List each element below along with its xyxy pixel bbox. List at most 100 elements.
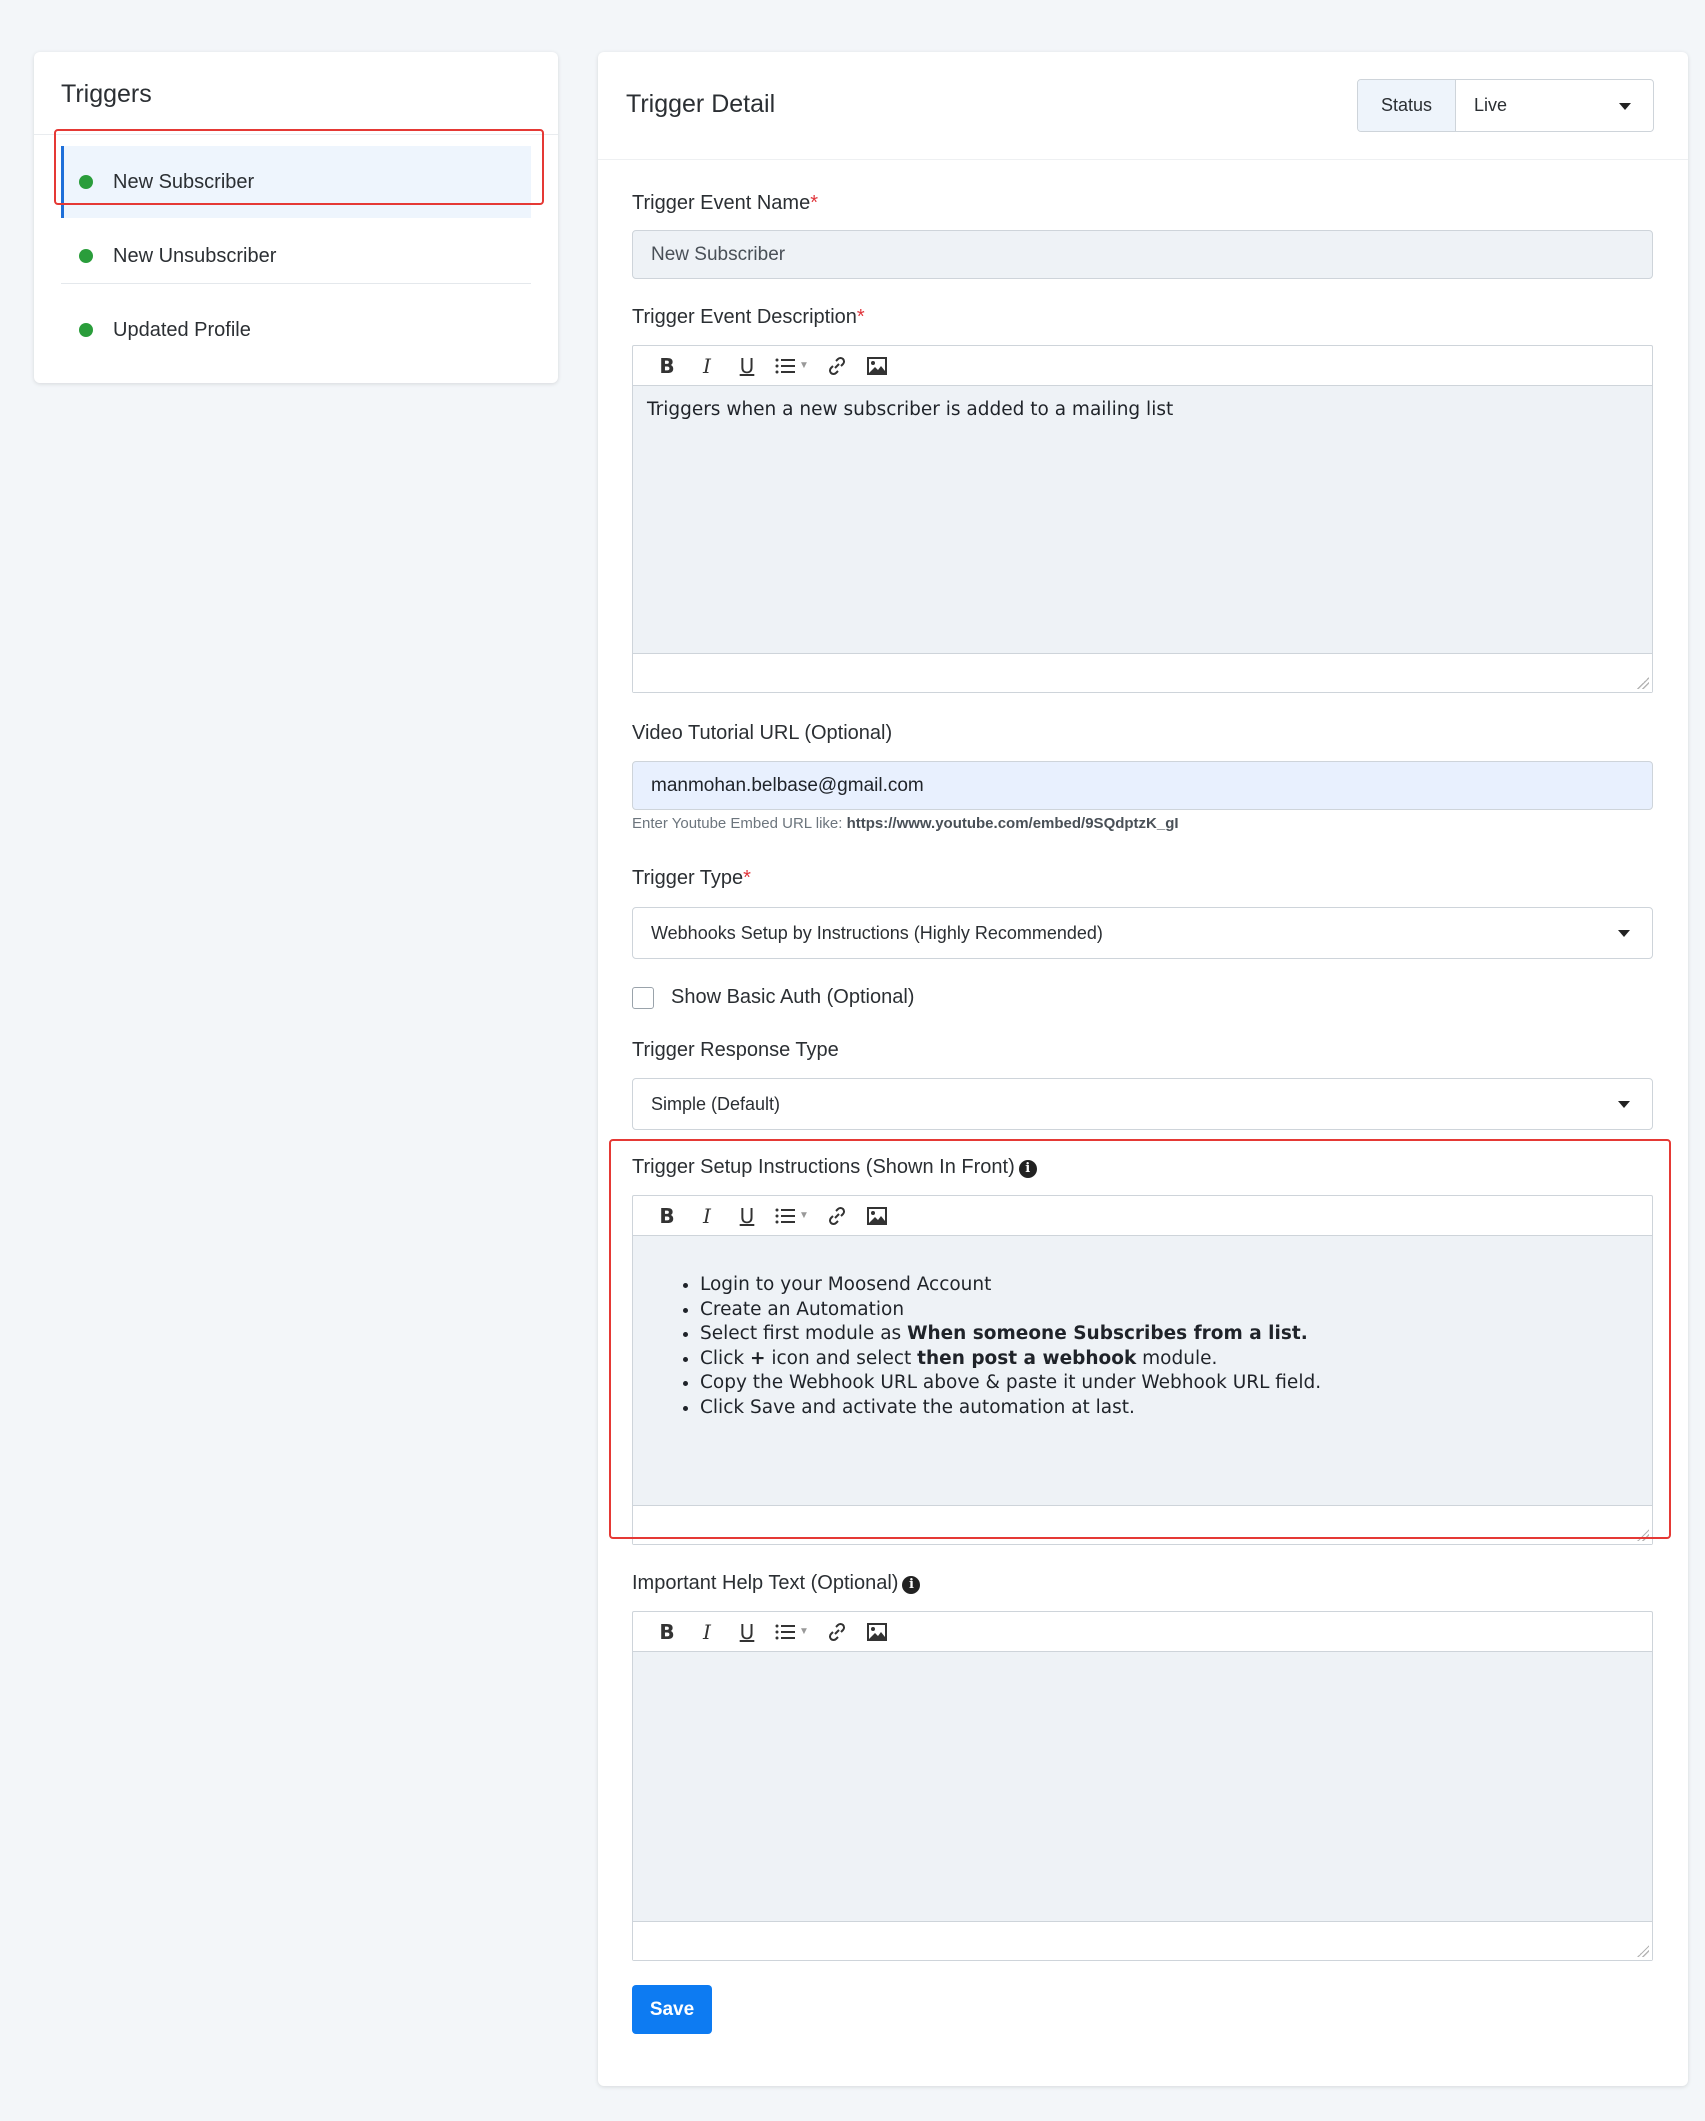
editor-toolbar: B I U ▼ bbox=[633, 1196, 1652, 1236]
underline-button[interactable]: U bbox=[727, 1198, 767, 1234]
help-text-content[interactable] bbox=[633, 1652, 1652, 1922]
video-url-label: Video Tutorial URL (Optional) bbox=[632, 722, 893, 744]
trigger-type-label-text: Trigger Type bbox=[632, 867, 744, 889]
resize-handle-icon[interactable] bbox=[1637, 1529, 1649, 1541]
list-item: Select first module as When someone Subs… bbox=[700, 1322, 1638, 1347]
italic-button[interactable]: I bbox=[687, 1198, 727, 1234]
basic-auth-checkbox[interactable] bbox=[632, 986, 654, 1009]
event-desc-text: Triggers when a new subscriber is added … bbox=[647, 399, 1174, 420]
video-url-help: Enter Youtube Embed URL like: https://ww… bbox=[632, 815, 1179, 832]
page-title: Trigger Detail bbox=[626, 90, 776, 118]
list-item: Login to your Moosend Account bbox=[700, 1273, 1638, 1298]
sidebar-item-label: New Unsubscriber bbox=[113, 244, 277, 267]
triggers-panel: Triggers New Subscriber New Unsubscriber… bbox=[34, 52, 558, 383]
trigger-type-select[interactable]: Webhooks Setup by Instructions (Highly R… bbox=[632, 907, 1653, 959]
bold-button[interactable]: B bbox=[647, 1198, 687, 1234]
instructions-label-text: Trigger Setup Instructions (Shown In Fro… bbox=[632, 1156, 1015, 1178]
list-button[interactable]: ▼ bbox=[767, 1198, 817, 1234]
basic-auth-option[interactable]: Show Basic Auth (Optional) bbox=[632, 986, 914, 1009]
video-url-value: manmohan.belbase@gmail.com bbox=[651, 774, 924, 796]
underline-button[interactable]: U bbox=[727, 1614, 767, 1650]
link-icon bbox=[828, 1622, 846, 1641]
divider bbox=[61, 283, 531, 284]
list-item: Click Save and activate the automation a… bbox=[700, 1396, 1638, 1421]
link-button[interactable] bbox=[817, 1614, 857, 1650]
help-prefix: Enter Youtube Embed URL like: bbox=[632, 815, 843, 832]
caret-down-icon bbox=[1618, 930, 1630, 937]
list-item: Copy the Webhook URL above & paste it un… bbox=[700, 1371, 1638, 1396]
editor-toolbar: B I U ▼ bbox=[633, 346, 1652, 386]
italic-button[interactable]: I bbox=[687, 348, 727, 384]
trigger-type-label: Trigger Type* bbox=[632, 867, 751, 890]
help-text-label-text: Important Help Text (Optional) bbox=[632, 1572, 899, 1594]
event-name-label-text: Trigger Event Name bbox=[632, 192, 811, 214]
response-type-label: Trigger Response Type bbox=[632, 1039, 839, 1061]
instructions-content[interactable]: Login to your Moosend Account Create an … bbox=[633, 1236, 1652, 1506]
caret-down-icon bbox=[1619, 102, 1631, 110]
image-button[interactable] bbox=[857, 348, 897, 384]
list-item-text: Copy the Webhook URL above & paste it un… bbox=[700, 1372, 1322, 1394]
list-item-text: Click bbox=[700, 1347, 750, 1369]
editor-footer bbox=[633, 1506, 1652, 1544]
help-text-editor: B I U ▼ bbox=[632, 1611, 1653, 1961]
event-desc-label: Trigger Event Description* bbox=[632, 306, 865, 329]
status-control: Status Live bbox=[1357, 79, 1654, 132]
instructions-label: Trigger Setup Instructions (Shown In Fro… bbox=[632, 1156, 1037, 1179]
bold-button[interactable]: B bbox=[647, 348, 687, 384]
event-name-value: New Subscriber bbox=[651, 243, 786, 265]
dropdown-arrow-icon: ▼ bbox=[799, 1210, 809, 1221]
resize-handle-icon[interactable] bbox=[1637, 1945, 1649, 1957]
italic-button[interactable]: I bbox=[687, 1614, 727, 1650]
list-item-bold: then post a webhook bbox=[917, 1347, 1137, 1369]
link-button[interactable] bbox=[817, 1198, 857, 1234]
editor-toolbar: B I U ▼ bbox=[633, 1612, 1652, 1652]
divider bbox=[34, 134, 558, 135]
event-name-label: Trigger Event Name* bbox=[632, 192, 818, 215]
list-icon bbox=[775, 1208, 796, 1223]
triggers-title: Triggers bbox=[61, 80, 152, 108]
sidebar-item-new-subscriber[interactable]: New Subscriber bbox=[61, 146, 531, 218]
image-button[interactable] bbox=[857, 1614, 897, 1650]
list-item-text: Login to your Moosend Account bbox=[700, 1274, 992, 1295]
image-button[interactable] bbox=[857, 1198, 897, 1234]
help-text-label: Important Help Text (Optional) i bbox=[632, 1572, 921, 1595]
resize-handle-icon[interactable] bbox=[1637, 677, 1649, 689]
status-value: Live bbox=[1474, 95, 1508, 115]
list-item-text: Create an Automation bbox=[700, 1298, 905, 1320]
info-icon: i bbox=[1018, 1160, 1037, 1178]
sidebar-item-updated-profile[interactable]: Updated Profile bbox=[61, 294, 531, 366]
status-select[interactable]: Live bbox=[1456, 80, 1653, 131]
required-mark: * bbox=[810, 192, 819, 214]
list-button[interactable]: ▼ bbox=[767, 1614, 817, 1650]
list-item: Click + icon and select then post a webh… bbox=[700, 1347, 1638, 1372]
status-label: Status bbox=[1358, 80, 1456, 131]
sidebar-item-label: New Subscriber bbox=[113, 170, 255, 193]
save-button[interactable]: Save bbox=[632, 1985, 712, 2034]
list-button[interactable]: ▼ bbox=[767, 348, 817, 384]
response-type-value: Simple (Default) bbox=[651, 1093, 781, 1114]
image-icon bbox=[867, 1206, 887, 1225]
list-icon bbox=[775, 358, 796, 373]
status-dot-icon bbox=[79, 249, 93, 263]
response-type-select[interactable]: Simple (Default) bbox=[632, 1078, 1653, 1130]
event-desc-content[interactable]: Triggers when a new subscriber is added … bbox=[633, 386, 1652, 654]
video-url-field[interactable]: manmohan.belbase@gmail.com bbox=[632, 761, 1653, 810]
event-desc-editor: B I U ▼ Triggers when a new subscriber i… bbox=[632, 345, 1653, 693]
list-item-text: icon and select bbox=[765, 1347, 918, 1369]
required-mark: * bbox=[856, 306, 865, 328]
event-name-field[interactable]: New Subscriber bbox=[632, 230, 1653, 279]
link-icon bbox=[828, 1206, 846, 1225]
sidebar-item-new-unsubscriber[interactable]: New Unsubscriber bbox=[61, 220, 531, 292]
bold-button[interactable]: B bbox=[647, 1614, 687, 1650]
underline-button[interactable]: U bbox=[727, 348, 767, 384]
caret-down-icon bbox=[1618, 1101, 1630, 1108]
basic-auth-label: Show Basic Auth (Optional) bbox=[671, 986, 915, 1008]
instructions-list: Login to your Moosend Account Create an … bbox=[647, 1253, 1638, 1421]
link-icon bbox=[828, 356, 846, 375]
editor-footer bbox=[633, 1922, 1652, 1960]
instructions-editor: B I U ▼ Login to your Moosend Account Cr… bbox=[632, 1195, 1653, 1545]
list-item-bold: When someone Subscribes from a list. bbox=[907, 1323, 1308, 1345]
plus-icon: + bbox=[749, 1347, 766, 1369]
link-button[interactable] bbox=[817, 348, 857, 384]
list-item-text: Click Save and activate the automation a… bbox=[700, 1396, 1135, 1418]
